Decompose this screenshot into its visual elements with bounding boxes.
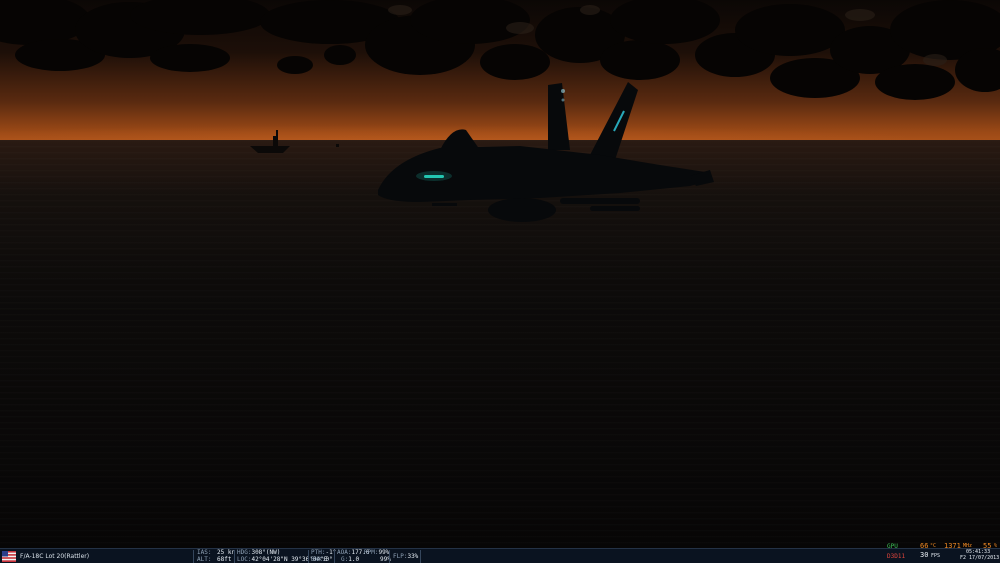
bnk-value: 0° [325, 556, 333, 563]
alt-label: ALT: [197, 556, 212, 563]
flp-value: 33% [407, 553, 419, 560]
divider [308, 550, 309, 563]
rpm-readout: RPM:99% 99% [364, 549, 391, 563]
rpm-label: RPM: [364, 549, 379, 556]
performance-overlay: GPU 66 °C 1371 MHz 55 % D3D11 30 FPS 05:… [870, 543, 1000, 563]
pth-label: PTH: [311, 549, 326, 556]
loc-label: LOC: [237, 556, 252, 563]
gpu-clock: 1371 [944, 542, 961, 550]
us-flag-icon [2, 551, 16, 562]
ias-label: IAS: [197, 549, 212, 556]
fps-unit: FPS [931, 553, 941, 559]
aoa-label: AOA: [337, 549, 352, 556]
api-label: D3D11 [887, 553, 906, 560]
hdg-value: 308°(NW) [251, 549, 281, 556]
hdg-label: HDG: [237, 549, 252, 556]
divider [420, 550, 421, 563]
aircraft-name: F/A-18C Lot 20(Rattler) [20, 553, 90, 560]
flaps-readout: FLP:33% [393, 553, 418, 563]
clock-date: F2 17/07/2013 [960, 555, 1000, 561]
divider [234, 550, 235, 563]
g-label: G: [341, 556, 349, 563]
speed-altitude-readout: IAS: 25 kn ALT: 68ft [197, 549, 235, 563]
fighter-jet [378, 82, 714, 222]
divider [389, 550, 390, 563]
flight-status-bar: F/A-18C Lot 20(Rattler) IAS: 25 kn ALT: 68… [0, 543, 1000, 563]
fps-value: 30 [920, 551, 929, 559]
game-viewport: F/A-18C Lot 20(Rattler) IAS: 25 kn ALT: 68… [0, 0, 1000, 563]
alt-value: 68ft [217, 556, 232, 563]
divider [334, 550, 335, 563]
bnk-label: BNK: [311, 556, 326, 563]
g-value: 1.0 [348, 556, 360, 563]
rpm-value-left: 99% [378, 549, 390, 556]
ias-value: 25 kn [217, 549, 236, 556]
flp-label: FLP: [393, 553, 408, 560]
pitch-bank-readout: PTH:-1° BNK:0° [311, 549, 336, 563]
divider [193, 550, 194, 563]
